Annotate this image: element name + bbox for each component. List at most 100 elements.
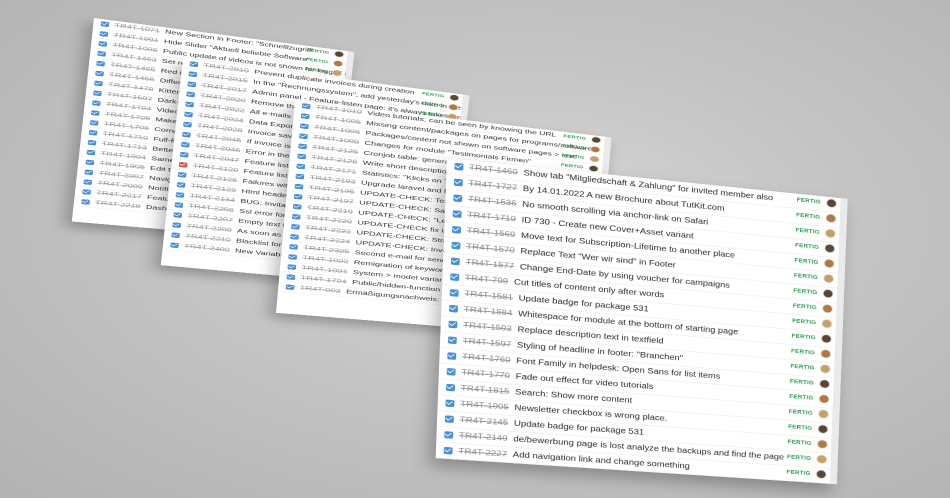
task-checkbox[interactable] (295, 173, 305, 180)
task-checkbox[interactable] (99, 31, 109, 38)
task-checkbox[interactable] (86, 149, 96, 156)
task-checkbox[interactable] (183, 121, 192, 128)
task-checkbox[interactable] (292, 203, 302, 210)
task-id[interactable]: TR4T-1536 (468, 195, 517, 208)
task-checkbox[interactable] (88, 129, 98, 136)
task-checkbox[interactable] (189, 61, 199, 68)
assignee-avatar[interactable] (821, 303, 834, 314)
task-id[interactable]: TR4T-1597 (462, 337, 511, 350)
task-checkbox[interactable] (290, 233, 299, 240)
task-id[interactable]: TR4T-003 (299, 285, 340, 295)
task-checkbox[interactable] (299, 133, 308, 140)
task-checkbox[interactable] (176, 181, 186, 188)
task-checkbox[interactable] (297, 153, 307, 160)
task-id[interactable]: TR4T-1815 (461, 384, 510, 396)
task-checkbox[interactable] (186, 91, 196, 98)
task-checkbox[interactable] (291, 213, 301, 220)
task-id[interactable]: TR4T-1569 (467, 226, 516, 239)
task-checkbox[interactable] (447, 352, 457, 360)
task-checkbox[interactable] (95, 70, 104, 77)
task-checkbox[interactable] (82, 189, 92, 195)
task-id[interactable]: TR4T-1593 (463, 321, 512, 334)
task-checkbox[interactable] (453, 178, 463, 187)
task-checkbox[interactable] (83, 179, 93, 186)
task-checkbox[interactable] (173, 212, 183, 219)
task-checkbox[interactable] (443, 446, 453, 455)
task-checkbox[interactable] (290, 223, 300, 230)
task-checkbox[interactable] (171, 232, 181, 239)
task-id[interactable]: TR4T-2227 (458, 447, 507, 459)
task-checkbox[interactable] (87, 139, 97, 146)
task-id[interactable]: TR4T-2400 (184, 243, 230, 253)
task-checkbox[interactable] (445, 399, 455, 408)
task-id[interactable]: TR4T-1460 (469, 163, 518, 177)
assignee-avatar[interactable] (820, 348, 832, 359)
task-checkbox[interactable] (174, 202, 184, 208)
task-checkbox[interactable] (446, 367, 456, 376)
task-checkbox[interactable] (296, 163, 306, 170)
task-checkbox[interactable] (300, 113, 310, 120)
task-checkbox[interactable] (100, 21, 110, 28)
task-checkbox[interactable] (448, 320, 458, 329)
task-checkbox[interactable] (453, 194, 463, 203)
assignee-avatar[interactable] (819, 379, 831, 389)
task-checkbox[interactable] (178, 161, 188, 168)
task-checkbox[interactable] (185, 101, 195, 108)
task-checkbox[interactable] (451, 241, 461, 250)
task-checkbox[interactable] (85, 159, 95, 166)
task-checkbox[interactable] (175, 192, 185, 198)
task-checkbox[interactable] (180, 141, 190, 148)
task-checkbox[interactable] (301, 103, 311, 110)
task-checkbox[interactable] (452, 225, 462, 234)
task-checkbox[interactable] (170, 242, 179, 249)
task-id[interactable]: TR4T-1719 (467, 211, 516, 224)
task-id[interactable]: TR4T-1584 (464, 305, 513, 318)
assignee-avatar[interactable] (816, 454, 828, 465)
assignee-avatar[interactable] (333, 50, 345, 58)
task-checkbox[interactable] (84, 169, 94, 176)
task-checkbox[interactable] (294, 183, 304, 190)
task-checkbox[interactable] (93, 90, 102, 97)
task-checkbox[interactable] (449, 304, 459, 313)
task-id[interactable]: TR4T-2145 (459, 416, 508, 428)
assignee-avatar[interactable] (823, 258, 835, 269)
assignee-avatar[interactable] (817, 409, 830, 419)
task-checkbox[interactable] (172, 222, 182, 229)
task-checkbox[interactable] (81, 199, 90, 205)
task-checkbox[interactable] (96, 60, 106, 67)
assignee-avatar[interactable] (590, 145, 601, 154)
task-checkbox[interactable] (286, 274, 296, 281)
assignee-avatar[interactable] (821, 318, 833, 329)
task-checkbox[interactable] (444, 415, 454, 424)
task-checkbox[interactable] (188, 71, 198, 78)
assignee-avatar[interactable] (822, 288, 834, 299)
task-checkbox[interactable] (299, 123, 309, 130)
task-checkbox[interactable] (288, 254, 298, 260)
task-id[interactable]: TR4T-1581 (464, 289, 513, 302)
task-checkbox[interactable] (89, 119, 99, 126)
assignee-avatar[interactable] (816, 439, 828, 450)
assignee-avatar[interactable] (817, 424, 829, 435)
task-id[interactable]: TR4T-1760 (462, 353, 511, 365)
task-checkbox[interactable] (285, 284, 295, 291)
assignee-avatar[interactable] (588, 164, 599, 173)
task-checkbox[interactable] (298, 143, 307, 150)
task-id[interactable]: TR4T-1577 (465, 258, 514, 271)
task-id[interactable]: TR4T-2149 (459, 431, 508, 443)
task-checkbox[interactable] (287, 264, 297, 270)
task-id[interactable]: TR4T-1770 (461, 368, 510, 380)
task-id[interactable]: TR4T-1905 (460, 400, 509, 412)
assignee-avatar[interactable] (825, 198, 838, 209)
task-checkbox[interactable] (91, 100, 101, 107)
task-checkbox[interactable] (177, 171, 187, 178)
task-id[interactable]: TR4T-2219 (95, 200, 141, 210)
task-checkbox[interactable] (179, 151, 189, 158)
task-checkbox[interactable] (450, 257, 460, 266)
assignee-avatar[interactable] (589, 155, 600, 163)
task-checkbox[interactable] (452, 210, 462, 219)
task-checkbox[interactable] (90, 110, 100, 116)
assignee-avatar[interactable] (818, 394, 830, 404)
task-checkbox[interactable] (187, 81, 197, 88)
task-id[interactable]: TR4T-1570 (466, 242, 515, 255)
assignee-avatar[interactable] (815, 469, 827, 480)
